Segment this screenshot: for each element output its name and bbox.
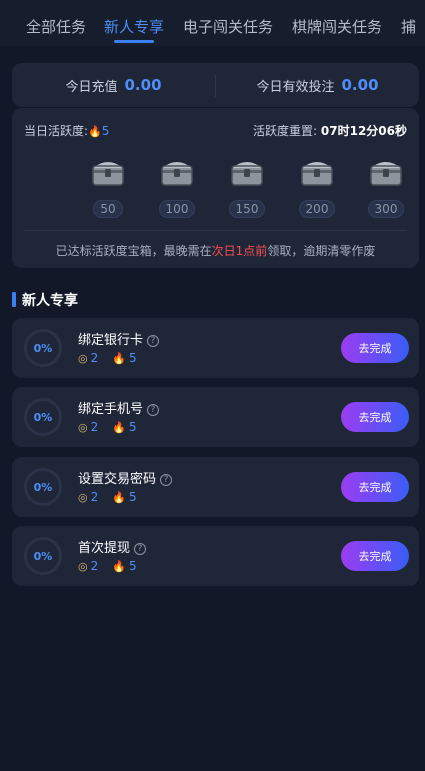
task-name: 首次提现 — [78, 541, 131, 556]
reset-label: 活跃度重置: — [253, 124, 318, 138]
coin-icon: ◎ — [78, 421, 88, 434]
bet-label: 今日有效投注 — [256, 79, 335, 95]
chest-threshold: 50 — [93, 200, 123, 218]
treasure-chest-icon[interactable] — [369, 156, 403, 188]
coin-reward: 2 — [90, 559, 99, 573]
chest-threshold: 200 — [299, 200, 335, 218]
task-title: 绑定手机号? — [78, 398, 160, 417]
coin-icon: ◎ — [78, 560, 88, 573]
activity-reward: 5 — [128, 490, 137, 504]
section-title: 新人专享 — [22, 293, 78, 309]
note-suffix: 领取，逾期清零作废 — [267, 244, 376, 258]
flame-icon: 🔥 — [88, 125, 102, 138]
task-row: 0% 绑定手机号? ◎ 2 🔥 5 去完成 — [12, 387, 419, 447]
task-row: 0% 绑定银行卡? ◎ 2 🔥 5 去完成 — [12, 318, 419, 378]
help-icon[interactable]: ? — [160, 474, 173, 486]
treasure-chest-icon[interactable] — [160, 156, 194, 188]
flame-icon: 🔥 — [112, 491, 126, 504]
task-title: 绑定银行卡? — [78, 329, 160, 348]
tab-all-tasks[interactable]: 全部任务 — [26, 16, 86, 37]
coin-reward: 2 — [90, 351, 99, 365]
active-tab-indicator — [114, 40, 154, 43]
complete-task-button[interactable]: 去完成 — [341, 472, 409, 502]
task-rewards: ◎ 2 🔥 5 — [78, 420, 137, 434]
coin-icon: ◎ — [78, 491, 88, 504]
treasure-chest-icon[interactable] — [230, 156, 264, 188]
chest-threshold: 300 — [368, 200, 404, 218]
tab-electronic-tasks[interactable]: 电子闯关任务 — [183, 16, 273, 37]
tab-newcomer[interactable]: 新人专享 — [104, 16, 164, 37]
activity-reward: 5 — [128, 559, 137, 573]
activity-value: 5 — [101, 124, 110, 138]
note-prefix: 已达标活跃度宝箱，最晚需在 — [55, 244, 212, 258]
complete-task-button[interactable]: 去完成 — [341, 333, 409, 363]
flame-icon: 🔥 — [112, 560, 126, 573]
chest-threshold: 150 — [229, 200, 265, 218]
task-rewards: ◎ 2 🔥 5 — [78, 559, 137, 573]
bet-summary: 今日有效投注 0.00 — [216, 63, 419, 107]
treasure-chest-icon[interactable] — [91, 156, 125, 188]
task-title: 设置交易密码? — [78, 468, 173, 487]
progress-ring: 0% — [24, 537, 62, 575]
activity-reward: 5 — [128, 420, 137, 434]
task-title: 首次提现? — [78, 537, 147, 556]
help-icon[interactable]: ? — [134, 543, 147, 555]
chest-claim-note: 已达标活跃度宝箱，最晚需在次日1点前领取，逾期清零作废 — [12, 242, 419, 259]
activity-reward: 5 — [128, 351, 137, 365]
section-accent-bar — [12, 292, 16, 307]
coin-reward: 2 — [90, 490, 99, 504]
recharge-value: 0.00 — [124, 76, 162, 94]
activity-card: 当日活跃度:🔥5 活跃度重置: 07时12分06秒 50 100 150 200… — [12, 108, 419, 268]
help-icon[interactable]: ? — [147, 404, 160, 416]
task-name: 设置交易密码 — [78, 472, 157, 487]
activity-label: 当日活跃度: — [24, 124, 89, 138]
tab-fishing-tasks[interactable]: 捕 — [401, 16, 416, 37]
recharge-label: 今日充值 — [65, 79, 118, 95]
task-rewards: ◎ 2 🔥 5 — [78, 351, 137, 365]
treasure-chest-icon[interactable] — [300, 156, 334, 188]
note-deadline: 次日1点前 — [211, 244, 268, 258]
task-row: 0% 首次提现? ◎ 2 🔥 5 去完成 — [12, 526, 419, 586]
chest-threshold: 100 — [159, 200, 195, 218]
task-row: 0% 设置交易密码? ◎ 2 🔥 5 去完成 — [12, 457, 419, 517]
progress-ring: 0% — [24, 398, 62, 436]
reset-countdown: 07时12分06秒 — [320, 124, 407, 138]
flame-icon: 🔥 — [112, 352, 126, 365]
task-name: 绑定银行卡 — [78, 333, 144, 348]
divider — [24, 230, 407, 231]
complete-task-button[interactable]: 去完成 — [341, 541, 409, 571]
recharge-summary: 今日充值 0.00 — [12, 63, 215, 107]
progress-ring: 0% — [24, 468, 62, 506]
daily-summary-card: 今日充值 0.00 今日有效投注 0.00 — [12, 63, 419, 107]
activity-reset: 活跃度重置: 07时12分06秒 — [253, 122, 407, 139]
progress-ring: 0% — [24, 329, 62, 367]
task-name: 绑定手机号 — [78, 402, 144, 417]
bet-value: 0.00 — [341, 76, 379, 94]
help-icon[interactable]: ? — [147, 335, 160, 347]
activity-level: 当日活跃度:🔥5 — [24, 122, 109, 139]
task-rewards: ◎ 2 🔥 5 — [78, 490, 137, 504]
flame-icon: 🔥 — [112, 421, 126, 434]
coin-reward: 2 — [90, 420, 99, 434]
task-tabs: 全部任务 新人专享 电子闯关任务 棋牌闯关任务 捕 — [0, 0, 425, 46]
complete-task-button[interactable]: 去完成 — [341, 402, 409, 432]
coin-icon: ◎ — [78, 352, 88, 365]
tab-chess-card-tasks[interactable]: 棋牌闯关任务 — [292, 16, 382, 37]
